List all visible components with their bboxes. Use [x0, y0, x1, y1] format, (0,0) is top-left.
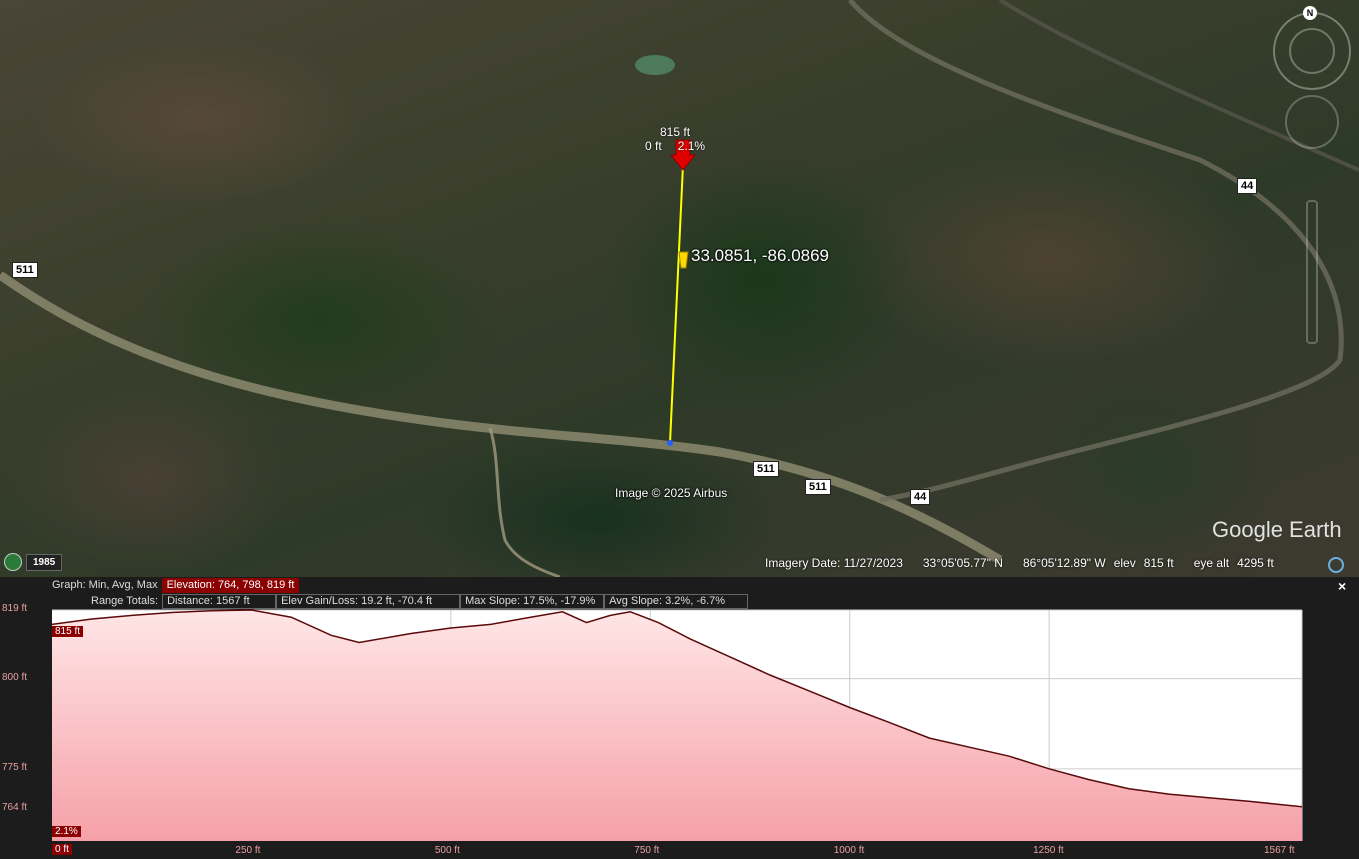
- route-shield-511: 511: [12, 262, 38, 278]
- compass-control[interactable]: N: [1273, 6, 1351, 90]
- x-tick-label: 1000 ft: [833, 845, 865, 856]
- cursor-slope-tag: 2.1%: [52, 826, 81, 837]
- satellite-map-view[interactable]: 815 ft 0 ft 2.1% 33.0851, -86.0869 Image…: [0, 0, 1359, 577]
- elev-label: elev: [1113, 556, 1136, 570]
- cursor-elev-tag: 815 ft: [52, 626, 84, 637]
- path-end-point: [667, 440, 673, 446]
- clock-icon[interactable]: [4, 553, 22, 571]
- cursor-distance: 0 ft: [645, 139, 662, 153]
- route-shield-44: 44: [910, 489, 931, 505]
- eye-alt-value: 4295 ft: [1237, 556, 1274, 570]
- x-tick-label: 1567 ft: [1264, 845, 1295, 856]
- cursor-elevation: 815 ft: [660, 125, 691, 139]
- cursor-dist-tag: 0 ft: [52, 844, 72, 855]
- pond: [635, 55, 675, 75]
- route-shield-511: 511: [805, 479, 831, 495]
- elev-value: 815 ft: [1143, 556, 1174, 570]
- historical-year[interactable]: 1985: [26, 553, 63, 571]
- imagery-copyright: Image © 2025 Airbus: [615, 486, 728, 500]
- imagery-date: Imagery Date: 11/27/2023: [765, 556, 903, 570]
- placemark-pushpin: [678, 251, 689, 269]
- cursor-slope: 2.1%: [677, 139, 706, 153]
- google-earth-logo: Google Earth: [1212, 517, 1342, 542]
- eye-alt-label: eye alt: [1193, 556, 1230, 570]
- x-tick-label: 750 ft: [634, 845, 660, 856]
- latitude: 33°05'05.77" N: [922, 556, 1003, 570]
- x-tick-label: 1250 ft: [1033, 845, 1064, 856]
- road-44: [848, 0, 1344, 503]
- status-bar: Imagery Date: 11/27/2023 33°05'05.77" N 86…: [765, 556, 1294, 570]
- elevation-profile-panel: Graph: Min, Avg, Max Elevation: 764, 798…: [0, 577, 1359, 859]
- y-tick-label: 764 ft: [2, 801, 28, 813]
- x-tick-label: 500 ft: [434, 845, 460, 856]
- north-indicator[interactable]: N: [1303, 6, 1317, 20]
- elevation-profile-chart[interactable]: [0, 577, 1359, 859]
- y-tick-label: 819 ft: [2, 603, 28, 614]
- profile-cursor-readout: 815 ft 0 ft 2.1%: [645, 125, 705, 153]
- streaming-status-icon: [1328, 557, 1344, 573]
- x-tick-label: 250 ft: [235, 845, 261, 856]
- historical-imagery-control[interactable]: 1985: [4, 552, 63, 572]
- look-joystick-icon[interactable]: [1285, 95, 1339, 149]
- compass-ring-icon[interactable]: [1289, 28, 1335, 74]
- dirt-road: [488, 427, 561, 577]
- placemark-label[interactable]: 33.0851, -86.0869: [691, 246, 829, 266]
- longitude: 86°05'12.89" W: [1022, 556, 1106, 570]
- y-tick-label: 800 ft: [2, 671, 28, 683]
- measure-path: [669, 164, 684, 444]
- zoom-slider[interactable]: [1306, 200, 1318, 344]
- y-tick-label: 775 ft: [2, 761, 28, 773]
- route-shield-44: 44: [1237, 178, 1258, 194]
- route-shield-511: 511: [753, 461, 779, 477]
